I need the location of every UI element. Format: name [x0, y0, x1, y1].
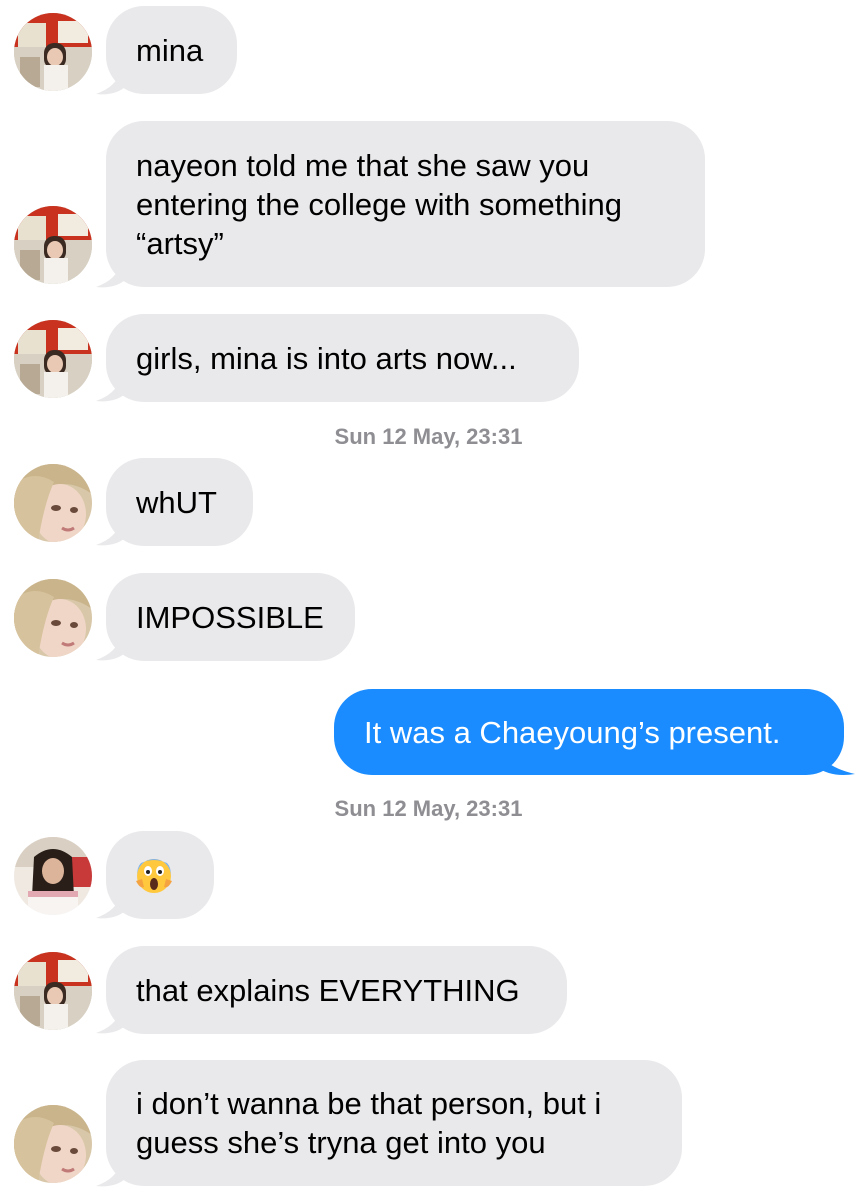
message-bubble[interactable]: girls, mina is into arts now...: [106, 314, 579, 402]
contact-avatar[interactable]: [14, 13, 92, 91]
message-text-line: entering the college with something: [136, 186, 622, 222]
message-bubble[interactable]: i don’t wanna be that person, but i gues…: [106, 1060, 682, 1186]
message-text-line: nayeon told me that she saw you: [136, 147, 590, 183]
message-text: whUT: [136, 484, 217, 520]
message-text: IMPOSSIBLE: [136, 599, 324, 635]
message-text: It was a Chaeyoung’s present.: [364, 714, 781, 750]
message-bubble[interactable]: mina: [106, 6, 237, 94]
message-timestamp: Sun 12 May, 23:31: [334, 424, 523, 449]
message-text-line: i don’t wanna be that person, but i: [136, 1086, 602, 1121]
message-text: that explains EVERYTHING: [136, 972, 520, 1008]
contact-avatar[interactable]: [14, 1105, 92, 1183]
sent-message-bubble[interactable]: It was a Chaeyoung’s present.: [334, 689, 844, 775]
contact-avatar[interactable]: [14, 579, 92, 657]
contact-avatar[interactable]: [14, 206, 92, 284]
message-bubble[interactable]: [106, 831, 214, 919]
message-text: mina: [136, 32, 204, 68]
contact-avatar[interactable]: [14, 837, 92, 915]
message-bubble[interactable]: whUT: [106, 458, 253, 546]
message-bubble[interactable]: that explains EVERYTHING: [106, 946, 567, 1034]
message-timestamp: Sun 12 May, 23:31: [334, 796, 523, 821]
contact-avatar[interactable]: [14, 464, 92, 542]
contact-avatar[interactable]: [14, 320, 92, 398]
message-text-line: “artsy”: [136, 225, 224, 261]
message-bubble[interactable]: nayeon told me that she saw you entering…: [106, 121, 705, 287]
message-text: girls, mina is into arts now...: [136, 340, 517, 376]
face-screaming-in-fear-icon: [136, 859, 172, 893]
contact-avatar[interactable]: [14, 952, 92, 1030]
message-bubble[interactable]: IMPOSSIBLE: [106, 573, 355, 661]
message-text-line: guess she’s tryna get into you: [136, 1125, 546, 1160]
